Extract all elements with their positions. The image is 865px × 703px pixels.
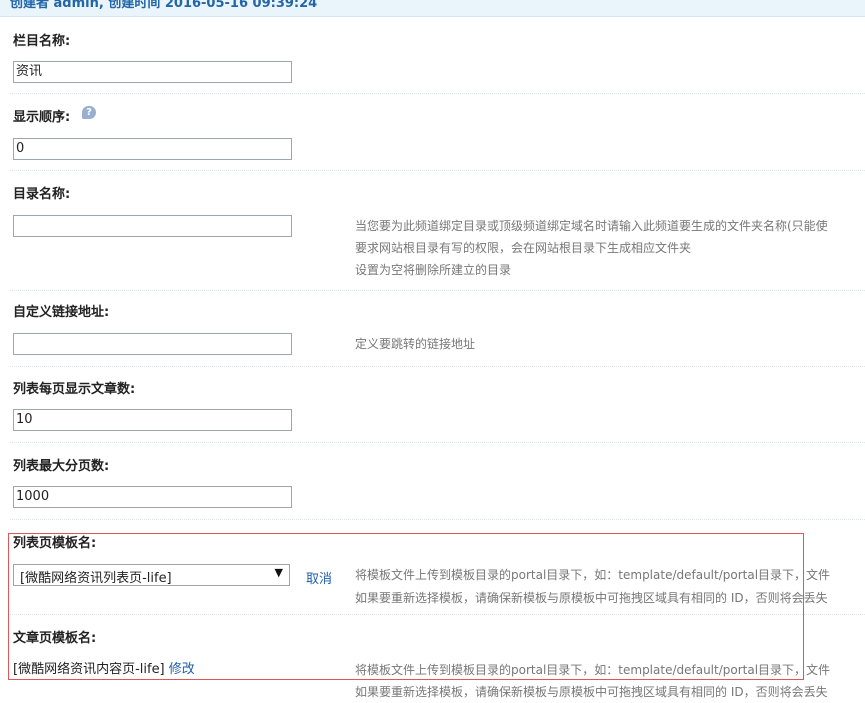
edit-template-link[interactable]: 修改 [169,662,195,677]
dir-input[interactable] [13,215,292,237]
url-label: 自定义链接地址: [13,305,110,320]
article-template-hint-2: 如果要重新选择模板，请确保新模板与原模板中可拖拽区域具有相同的 ID，否则将会丢… [355,685,828,699]
article-template-current: [微酷网络资讯内容页-life] [13,662,165,677]
name-input[interactable] [13,61,292,83]
maxpages-input[interactable] [13,486,292,508]
dir-label: 目录名称: [13,187,71,202]
header-text: 创建者 admin, 创建时间 2016-05-16 09:39:24 [10,0,318,11]
separator [10,442,865,443]
order-label: 显示顺序: [13,110,71,125]
dropdown-arrow-icon: ▼ [274,566,283,579]
separator [10,366,865,367]
list-template-hint-2: 如果要重新选择模板，请确保新模板与原模板中可拖拽区域具有相同的 ID，否则将会丢… [355,591,828,605]
separator [10,93,865,94]
separator [10,519,865,520]
name-label: 栏目名称: [13,34,71,49]
dir-hint-2: 要求网站根目录有写的权限，会在网站根目录下生成相应文件夹 [355,241,692,255]
article-template-label: 文章页模板名: [13,631,97,646]
separator [10,290,865,291]
dir-hint-1: 当您要为此频道绑定目录或顶级频道绑定域名时请输入此频道要生成的文件夹名称(只能使 [355,219,828,233]
page-header: 创建者 admin, 创建时间 2016-05-16 09:39:24 [0,0,865,17]
perpage-input[interactable] [13,409,292,431]
maxpages-label: 列表最大分页数: [13,459,110,474]
separator [10,614,865,615]
list-template-label: 列表页模板名: [13,536,97,551]
order-input[interactable] [13,138,292,160]
article-template-value: [微酷网络资讯内容页-life] 修改 [13,658,195,677]
list-template-select[interactable]: [微酷网络资讯列表页-life] ▼ [13,564,290,586]
url-input[interactable] [13,333,292,355]
separator [10,170,865,171]
list-template-hint-1: 将模板文件上传到模板目录的portal目录下，如：template/defaul… [355,568,831,582]
url-hint: 定义要跳转的链接地址 [355,337,476,351]
article-template-hint-1: 将模板文件上传到模板目录的portal目录下，如：template/defaul… [355,663,831,677]
list-template-selected: [微酷网络资讯列表页-life] [20,571,172,586]
cancel-link[interactable]: 取消 [306,568,332,587]
perpage-label: 列表每页显示文章数: [13,382,136,397]
question-bubble-icon[interactable]: ? [82,106,96,119]
dir-hint-3: 设置为空将删除所建立的目录 [355,263,512,277]
